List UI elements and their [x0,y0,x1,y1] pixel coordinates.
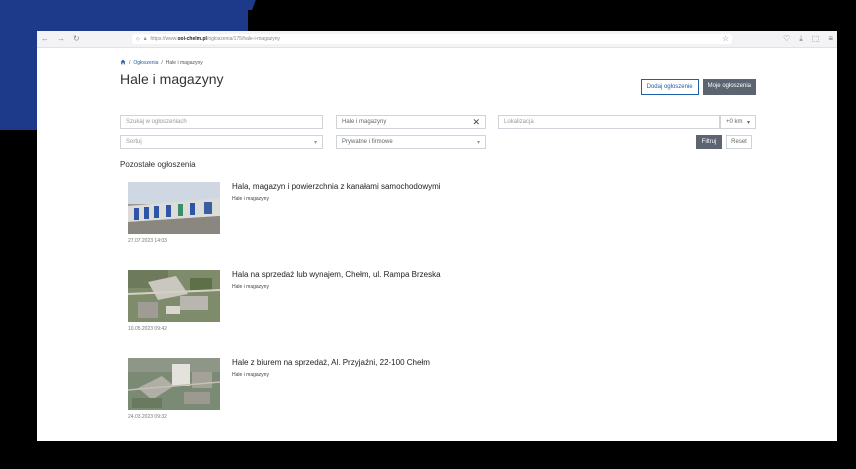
listing-title[interactable]: Hala na sprzedaż lub wynajem, Chełm, ul.… [232,270,441,279]
back-icon[interactable]: ← [41,34,49,43]
listing-date: 24.03.2023 09:32 [128,414,167,420]
listing-category: Hale i magazyny [232,284,269,290]
filter-button[interactable]: Filtruj [696,135,722,149]
nav-buttons: ← → ↻ [41,34,80,43]
close-icon[interactable]: ✕ [472,117,480,128]
lock-icon: 🔒︎ [143,36,147,42]
search-input[interactable]: Szukaj w ogłoszeniach [120,115,323,129]
download-icon[interactable]: ⤓ [799,34,803,44]
reload-icon[interactable]: ↻ [73,34,80,43]
browser-extension-icons: ♡ ⤓ ⬚ ≡ [783,34,833,44]
seller-type-select[interactable]: Prywatne i firmowe ▾ [336,135,486,149]
listing-thumbnail[interactable] [128,182,220,234]
listing-thumbnail[interactable] [128,358,220,410]
forward-icon[interactable]: → [57,34,65,43]
chevron-down-icon: ▾ [313,139,317,146]
background-blue-stripe [236,0,256,10]
breadcrumb: / Ogłoszenia / Hale i magazyny [120,59,756,67]
page-content: / Ogłoszenia / Hale i magazyny Hale i ma… [120,59,756,420]
home-icon[interactable] [120,59,126,67]
breadcrumb-current: Hale i magazyny [165,60,203,66]
sort-select[interactable]: Sortuj ▾ [120,135,323,149]
browser-toolbar: ← → ↻ ◇ 🔒︎ https://www.ooi-chelm.pl/oglo… [37,31,837,48]
category-select[interactable]: Hale i magazyny ✕ [336,115,486,129]
chevron-down-icon: ▾ [476,139,480,146]
bookmark-star-icon[interactable]: ☆ [722,34,729,43]
reset-button[interactable]: Reset [726,135,752,149]
add-listing-button[interactable]: Dodaj ogłoszenie [640,79,699,95]
menu-icon[interactable]: ≡ [828,34,833,44]
listing-date: 10.05.2023 09:42 [128,326,167,332]
extensions-icon[interactable]: ⬚ [812,34,820,44]
section-title: Pozostałe ogłoszenia [120,160,196,169]
radius-select[interactable]: +0 km ▾ [720,115,756,129]
shield-icon: ◇ [136,36,140,42]
url-domain: ooi-chelm.pl [177,36,207,42]
listing-title[interactable]: Hale z biurem na sprzedaż, Al. Przyjaźni… [232,358,430,367]
listing-date: 27.07.2023 14:03 [128,238,167,244]
pocket-icon[interactable]: ♡ [783,34,790,44]
address-bar[interactable]: ◇ 🔒︎ https://www.ooi-chelm.pl/ogloszenia… [132,34,732,44]
listing-thumbnail[interactable] [128,270,220,322]
browser-window: ← → ↻ ◇ 🔒︎ https://www.ooi-chelm.pl/oglo… [37,31,837,441]
breadcrumb-link-ogloszenia[interactable]: Ogłoszenia [133,60,158,66]
header-actions: Dodaj ogłoszenie Moje ogłoszenia [640,79,756,95]
listing-title[interactable]: Hala, magazyn i powierzchnia z kanałami … [232,182,441,191]
listing-category: Hale i magazyny [232,372,269,378]
location-input[interactable]: Lokalizacja [498,115,720,129]
listing-category: Hale i magazyny [232,196,269,202]
my-listings-button[interactable]: Moje ogłoszenia [702,79,756,95]
chevron-down-icon: ▾ [746,119,750,126]
